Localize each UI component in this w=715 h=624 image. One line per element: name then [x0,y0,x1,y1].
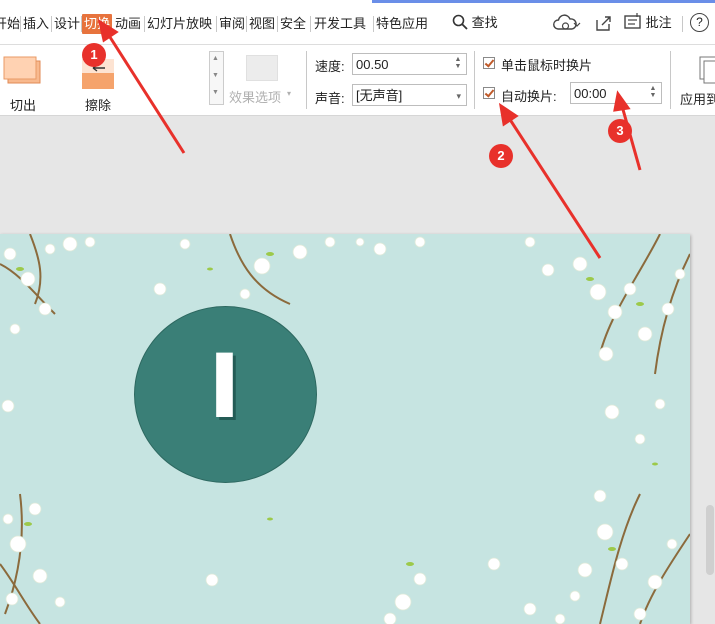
transitions-ribbon: 切出 擦除 ▲ ▼ ▼ 效果选项 ▾ 速度: 00.50 ▲ ▼ 声音: [无声音… [0,45,715,116]
effect-options-icon [246,55,278,81]
sound-value: [无声音] [356,88,403,103]
menu-divider [20,16,21,32]
tab-animations[interactable]: 动画 [115,14,141,34]
tab-transitions[interactable]: 切换 [82,14,113,34]
speed-spinner-icon[interactable]: ▲ ▼ [452,56,464,70]
on-click-checkbox[interactable] [483,57,495,69]
apply-all-icon [699,56,715,84]
ribbon-divider [306,51,307,109]
menu-divider [682,16,683,32]
gallery-scroll-down-icon[interactable]: ▼ [212,72,219,79]
share-icon[interactable] [594,14,612,32]
comment-label: 批注 [645,15,672,30]
tab-insert[interactable]: 插入 [23,14,49,34]
menu-divider [310,16,311,32]
tab-developer[interactable]: 开发工具 [314,14,366,34]
tab-design[interactable]: 设计 [54,14,80,34]
help-icon: ? [696,15,703,29]
transition-cut-out[interactable]: 切出 [0,51,60,113]
slide-title-letter[interactable]: I [134,332,315,442]
speed-input[interactable]: 00.50 ▲ ▼ [352,53,467,75]
auto-advance-time-input[interactable]: 00:00 ▲ ▼ [570,82,662,104]
gallery-expand-icon[interactable]: ▼ [212,89,219,96]
menu-divider [373,16,374,32]
slide-canvas[interactable]: I [0,234,690,624]
tab-view[interactable]: 视图 [249,14,275,34]
ribbon-divider [670,51,671,109]
tab-special-apps[interactable]: 特色应用 [376,14,428,34]
effect-options-button[interactable]: 效果选项 ▾ [228,55,298,111]
comment-icon [624,13,641,29]
speed-label: 速度: [315,59,345,74]
sound-label: 声音: [315,91,345,106]
gallery-scroller[interactable]: ▲ ▼ ▼ [209,51,224,105]
menu-bar: 开始 插入 设计 切换 动画 幻灯片放映 审阅 视图 安全 开发工具 特色应用 … [0,0,715,45]
search-button[interactable]: 查找 [452,12,498,34]
menu-divider [216,16,217,32]
blossom-decoration [0,234,690,624]
gallery-scroll-up-icon[interactable]: ▲ [212,55,219,62]
sound-select[interactable]: [无声音] ▾ [352,84,467,106]
chevron-down-icon: ▾ [456,91,461,101]
annotation-badge-3: 3 [608,119,632,143]
speed-value: 00.50 [356,57,389,72]
tab-home[interactable]: 开始 [0,14,20,34]
auto-advance-time-value: 00:00 [574,86,607,101]
effect-options-label: 效果选项 [229,90,282,105]
annotation-badge-1: 1 [82,43,106,67]
on-click-label: 单击鼠标时换片 [501,58,593,73]
comment-button[interactable]: 批注 [624,12,672,34]
ribbon-divider [474,51,475,109]
menu-divider [277,16,278,32]
transition-label: 擦除 [85,98,112,113]
menu-divider [144,16,145,32]
apply-all-button[interactable]: 应用到 [678,53,715,111]
chevron-down-icon: ▾ [287,89,292,98]
transition-label: 切出 [10,98,37,113]
tab-review[interactable]: 审阅 [219,14,245,34]
auto-advance-checkbox[interactable] [483,87,495,99]
cloud-sync-icon[interactable] [553,14,581,32]
search-label: 查找 [471,15,498,30]
time-spinner-icon[interactable]: ▲ ▼ [647,85,659,99]
menu-divider [246,16,247,32]
apply-all-label: 应用到 [680,92,715,107]
cut-out-transition-icon [3,56,41,84]
menu-divider [51,16,52,32]
tab-slideshow[interactable]: 幻灯片放映 [147,14,212,34]
search-icon [452,14,468,30]
help-button[interactable]: ? [690,13,709,32]
title-accent-line [372,0,715,3]
auto-advance-label: 自动换片: [501,89,557,104]
annotation-badge-2: 2 [489,144,513,168]
tab-security[interactable]: 安全 [280,14,306,34]
vertical-scrollbar[interactable] [706,505,714,575]
